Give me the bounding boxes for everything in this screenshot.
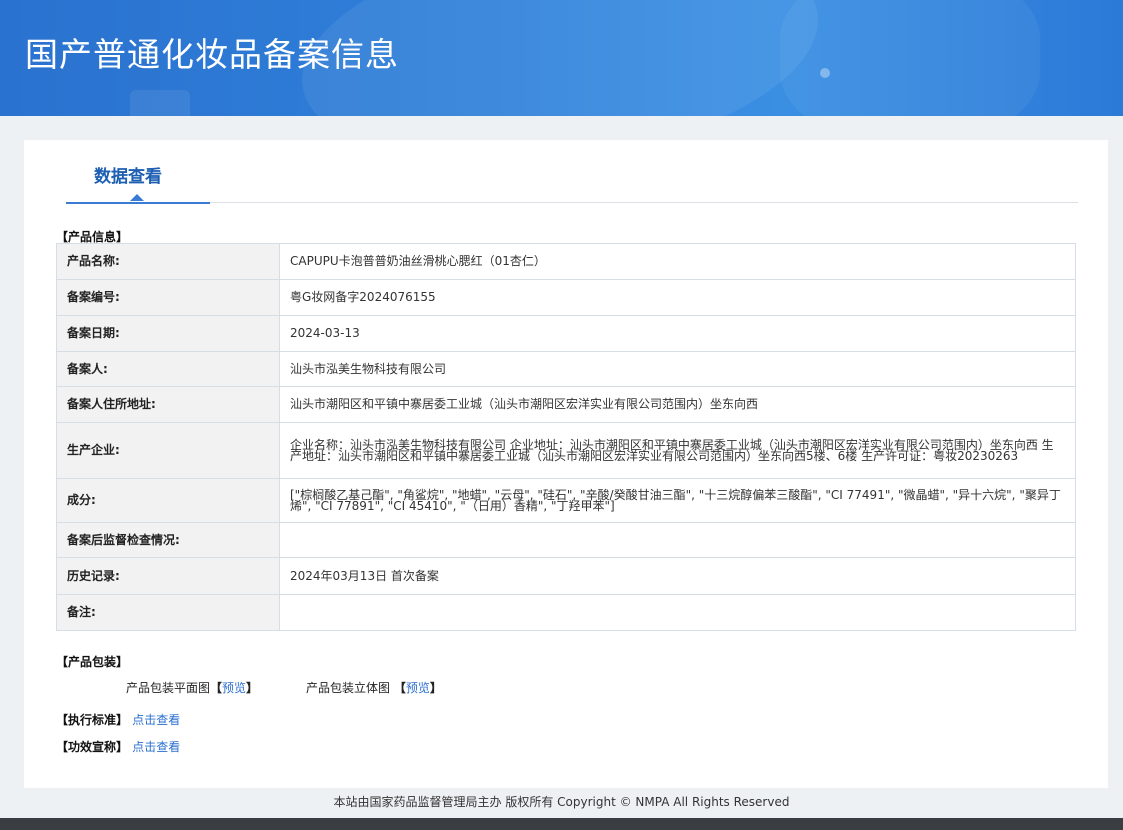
row-label: 备案人住所地址:: [56, 386, 280, 423]
row-value: 汕头市潮阳区和平镇中寨居委工业城（汕头市潮阳区宏洋实业有限公司范围内）坐东向西: [279, 386, 1076, 423]
row-label: 成分:: [56, 478, 280, 523]
tab-data-view[interactable]: 数据查看: [66, 140, 210, 204]
content-card: 数据查看 【产品信息】 产品名称: CAPUPU卡泡普普奶油丝滑桃心腮红（01杏仁…: [24, 140, 1108, 788]
efficacy-label: 【功效宣称】: [56, 740, 129, 754]
footer-bar: [0, 818, 1123, 830]
table-row: 备案后监督检查情况:: [56, 522, 1076, 558]
footer-copyright: 本站由国家药品监督管理局主办 版权所有 Copyright © NMPA All…: [333, 795, 790, 809]
tab-label: 数据查看: [94, 167, 162, 187]
row-label: 备案人:: [56, 351, 280, 387]
table-row: 备案人: 汕头市泓美生物科技有限公司: [56, 351, 1076, 387]
packaging-title: 【产品包装】: [56, 655, 129, 669]
package-flat-label: 产品包装平面图: [126, 681, 211, 695]
active-tab-indicator: [130, 194, 144, 201]
package-solid-item: 产品包装立体图 【预览】: [306, 679, 442, 696]
package-flat-preview-link[interactable]: 预览: [222, 681, 246, 695]
package-flat-item: 产品包装平面图【预览】: [126, 679, 258, 696]
banner-decoration: [130, 90, 190, 116]
table-row: 历史记录: 2024年03月13日 首次备案: [56, 557, 1076, 595]
package-solid-preview-link[interactable]: 预览: [406, 681, 430, 695]
row-label: 产品名称:: [56, 243, 280, 280]
header-banner: 国产普通化妆品备案信息: [0, 0, 1123, 116]
table-row: 备案人住所地址: 汕头市潮阳区和平镇中寨居委工业城（汕头市潮阳区宏洋实业有限公司范…: [56, 386, 1076, 423]
row-label: 历史记录:: [56, 557, 280, 595]
row-value: ["棕榈酸乙基己酯", "角鲨烷", "地蜡", "云母", "硅石", "辛酸…: [279, 478, 1076, 523]
package-solid-label: 产品包装立体图: [306, 681, 391, 695]
page-title: 国产普通化妆品备案信息: [25, 35, 399, 74]
row-value: 2024年03月13日 首次备案: [279, 557, 1076, 595]
table-row: 备案编号: 粤G妆网备字2024076155: [56, 279, 1076, 316]
table-row: 产品名称: CAPUPU卡泡普普奶油丝滑桃心腮红（01杏仁）: [56, 243, 1076, 280]
bracket: 】: [429, 681, 442, 695]
row-value: 粤G妆网备字2024076155: [279, 279, 1076, 316]
table-row: 生产企业: 企业名称：汕头市泓美生物科技有限公司 企业地址：汕头市潮阳区和平镇中寨…: [56, 422, 1076, 479]
bracket: 】: [246, 681, 259, 695]
tab-bar: 数据查看: [66, 140, 1078, 204]
row-value: [279, 522, 1076, 558]
standard-view-link[interactable]: 点击查看: [132, 713, 180, 727]
table-row: 成分: ["棕榈酸乙基己酯", "角鲨烷", "地蜡", "云母", "硅石", …: [56, 478, 1076, 523]
row-value: [279, 594, 1076, 631]
row-value: 企业名称：汕头市泓美生物科技有限公司 企业地址：汕头市潮阳区和平镇中寨居委工业城…: [279, 422, 1076, 479]
standard-label: 【执行标准】: [56, 713, 129, 727]
row-label: 备注:: [56, 594, 280, 631]
efficacy-row: 【功效宣称】 点击查看: [56, 738, 180, 755]
table-row: 备案日期: 2024-03-13: [56, 315, 1076, 352]
efficacy-view-link[interactable]: 点击查看: [132, 740, 180, 754]
row-value: 2024-03-13: [279, 315, 1076, 352]
product-info-table: 产品名称: CAPUPU卡泡普普奶油丝滑桃心腮红（01杏仁） 备案编号: 粤G妆网备字…: [56, 243, 1076, 631]
row-value: CAPUPU卡泡普普奶油丝滑桃心腮红（01杏仁）: [279, 243, 1076, 280]
row-label: 备案编号:: [56, 279, 280, 316]
row-label: 生产企业:: [56, 422, 280, 479]
banner-decoration: [820, 68, 830, 78]
table-row: 备注:: [56, 594, 1076, 631]
standard-row: 【执行标准】 点击查看: [56, 711, 180, 728]
row-label: 备案日期:: [56, 315, 280, 352]
row-label: 备案后监督检查情况:: [56, 522, 280, 558]
row-value: 汕头市泓美生物科技有限公司: [279, 351, 1076, 387]
bracket: 【: [210, 681, 223, 695]
bracket: 【: [393, 681, 406, 695]
banner-decoration: [780, 0, 1040, 116]
